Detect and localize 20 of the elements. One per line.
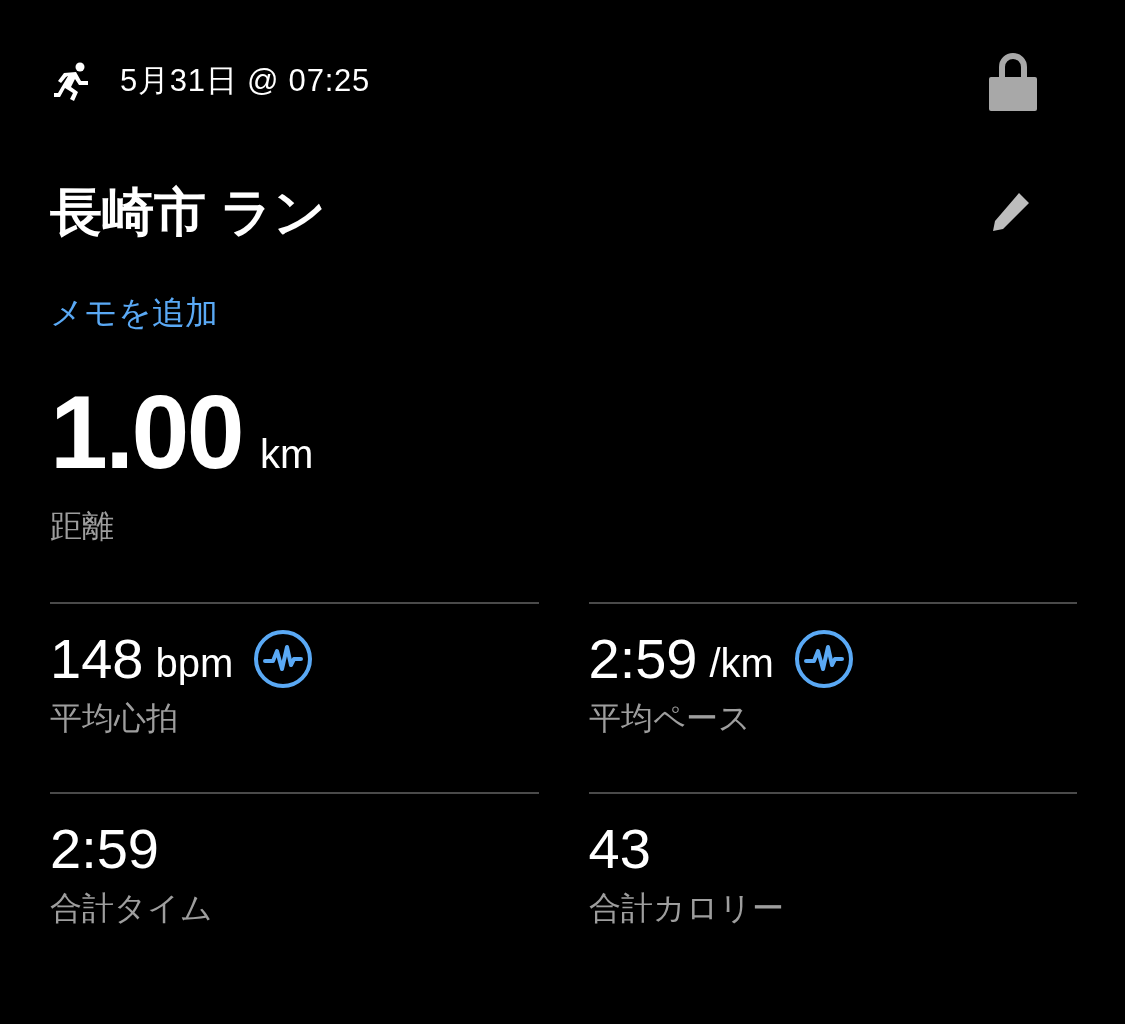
lock-icon[interactable] [989, 51, 1037, 111]
stat-label: 平均ペース [588, 698, 751, 738]
stat-label: 合計カロリー [588, 888, 784, 928]
heart-rate-icon[interactable] [253, 628, 314, 689]
heart-rate-icon[interactable] [793, 628, 854, 689]
stat-label: 平均心拍 [50, 698, 178, 738]
distance-value: 1.00 [50, 379, 242, 484]
distance-unit: km [260, 430, 314, 478]
stat-value: 2:59 [50, 815, 159, 882]
stat-unit: bpm [155, 639, 234, 687]
stat-value: 2:59 [588, 625, 698, 692]
stat-value: 43 [588, 815, 651, 882]
stat-label: 合計タイム [50, 888, 213, 928]
stat-unit: /km [709, 639, 774, 687]
activity-title: 長崎市 ラン [50, 182, 327, 243]
distance-label: 距離 [50, 506, 114, 546]
activity-date-time: 5月31日 @ 07:25 [120, 61, 371, 100]
stat-value: 148 [50, 625, 144, 692]
edit-pencil-icon[interactable] [991, 191, 1031, 233]
add-memo-link[interactable]: メモを追加 [50, 288, 218, 338]
